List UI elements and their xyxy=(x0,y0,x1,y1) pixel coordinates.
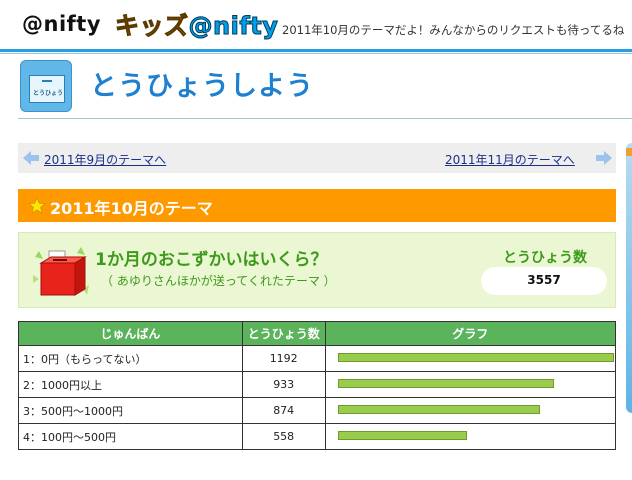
row-graph xyxy=(324,371,617,398)
kids-nifty-logo[interactable]: キッズ@nifty xyxy=(115,6,279,41)
column-header-order: じゅんばん xyxy=(18,321,243,346)
column-header-votes: とうひょう数 xyxy=(241,321,326,346)
header-message: 2011年10月のテーマだよ！みんなからのリクエストも待ってるね xyxy=(282,23,625,37)
vote-bar xyxy=(337,353,614,362)
month-navigation: 2011年9月のテーマへ 2011年11月のテーマへ xyxy=(18,143,616,173)
next-month-link[interactable]: 2011年11月のテーマへ xyxy=(445,151,575,168)
vote-bar xyxy=(337,431,467,440)
row-order: 1：0円（もらってない） xyxy=(18,345,243,372)
kids-logo-text: キッズ xyxy=(115,12,189,41)
row-order: 4：100円〜500円 xyxy=(18,423,243,450)
theme-box: 1か月のおこずかいはいくら？ （ あゆりさんほかが送ってくれたテーマ ） とうひ… xyxy=(18,232,616,308)
column-header-graph: グラフ xyxy=(324,321,617,346)
table-row: 3：500円〜1000円 874 xyxy=(18,397,617,424)
star-icon xyxy=(28,197,46,214)
vote-count-box: 3557 xyxy=(481,267,607,295)
site-header: @nifty キッズ@nifty 2011年10月のテーマだよ！みんなからのリク… xyxy=(0,0,632,50)
row-graph xyxy=(324,423,617,450)
results-table: じゅんばん とうひょう数 グラフ 1：0円（もらってない） 1192 2：100… xyxy=(18,321,617,450)
arrow-left-icon[interactable] xyxy=(22,150,40,166)
row-votes: 1192 xyxy=(241,345,326,372)
vote-count-value: 3557 xyxy=(527,273,561,287)
row-votes: 933 xyxy=(241,371,326,398)
vote-box-body: とうひょう xyxy=(29,75,65,103)
theme-bar-title: 2011年10月のテーマ xyxy=(50,199,213,218)
side-panel-edge xyxy=(626,143,632,413)
row-votes: 558 xyxy=(241,423,326,450)
vote-box-label: とうひょう xyxy=(33,90,64,97)
vote-box-icon: とうひょう xyxy=(20,60,72,112)
kids-logo-nifty-text: @nifty xyxy=(188,12,279,41)
theme-sender: （ あゆりさんほかが送ってくれたテーマ ） xyxy=(101,274,336,288)
title-divider xyxy=(18,118,632,119)
table-row: 4：100円〜500円 558 xyxy=(18,423,617,450)
side-panel-edge-accent xyxy=(626,148,632,156)
table-row: 2：1000円以上 933 xyxy=(18,371,617,398)
prev-month-link[interactable]: 2011年9月のテーマへ xyxy=(44,151,166,168)
row-graph xyxy=(324,397,617,424)
vote-count-label: とうひょう数 xyxy=(503,250,587,266)
header-divider xyxy=(0,49,632,52)
theme-header-bar: 2011年10月のテーマ xyxy=(18,189,616,222)
nifty-logo[interactable]: @nifty xyxy=(22,12,101,36)
table-header-row: じゅんばん とうひょう数 グラフ xyxy=(18,321,617,346)
theme-question: 1か月のおこずかいはいくら？ xyxy=(95,250,328,270)
arrow-right-icon[interactable] xyxy=(595,150,613,166)
row-votes: 874 xyxy=(241,397,326,424)
ballot-box-icon xyxy=(33,247,89,296)
page-title: とうひょうしよう xyxy=(90,71,314,102)
row-order: 2：1000円以上 xyxy=(18,371,243,398)
vote-box-slot xyxy=(42,80,52,82)
row-order: 3：500円〜1000円 xyxy=(18,397,243,424)
header-divider-thin xyxy=(0,53,632,54)
vote-bar xyxy=(337,405,540,414)
table-row: 1：0円（もらってない） 1192 xyxy=(18,345,617,372)
row-graph xyxy=(324,345,617,372)
vote-bar xyxy=(337,379,554,388)
